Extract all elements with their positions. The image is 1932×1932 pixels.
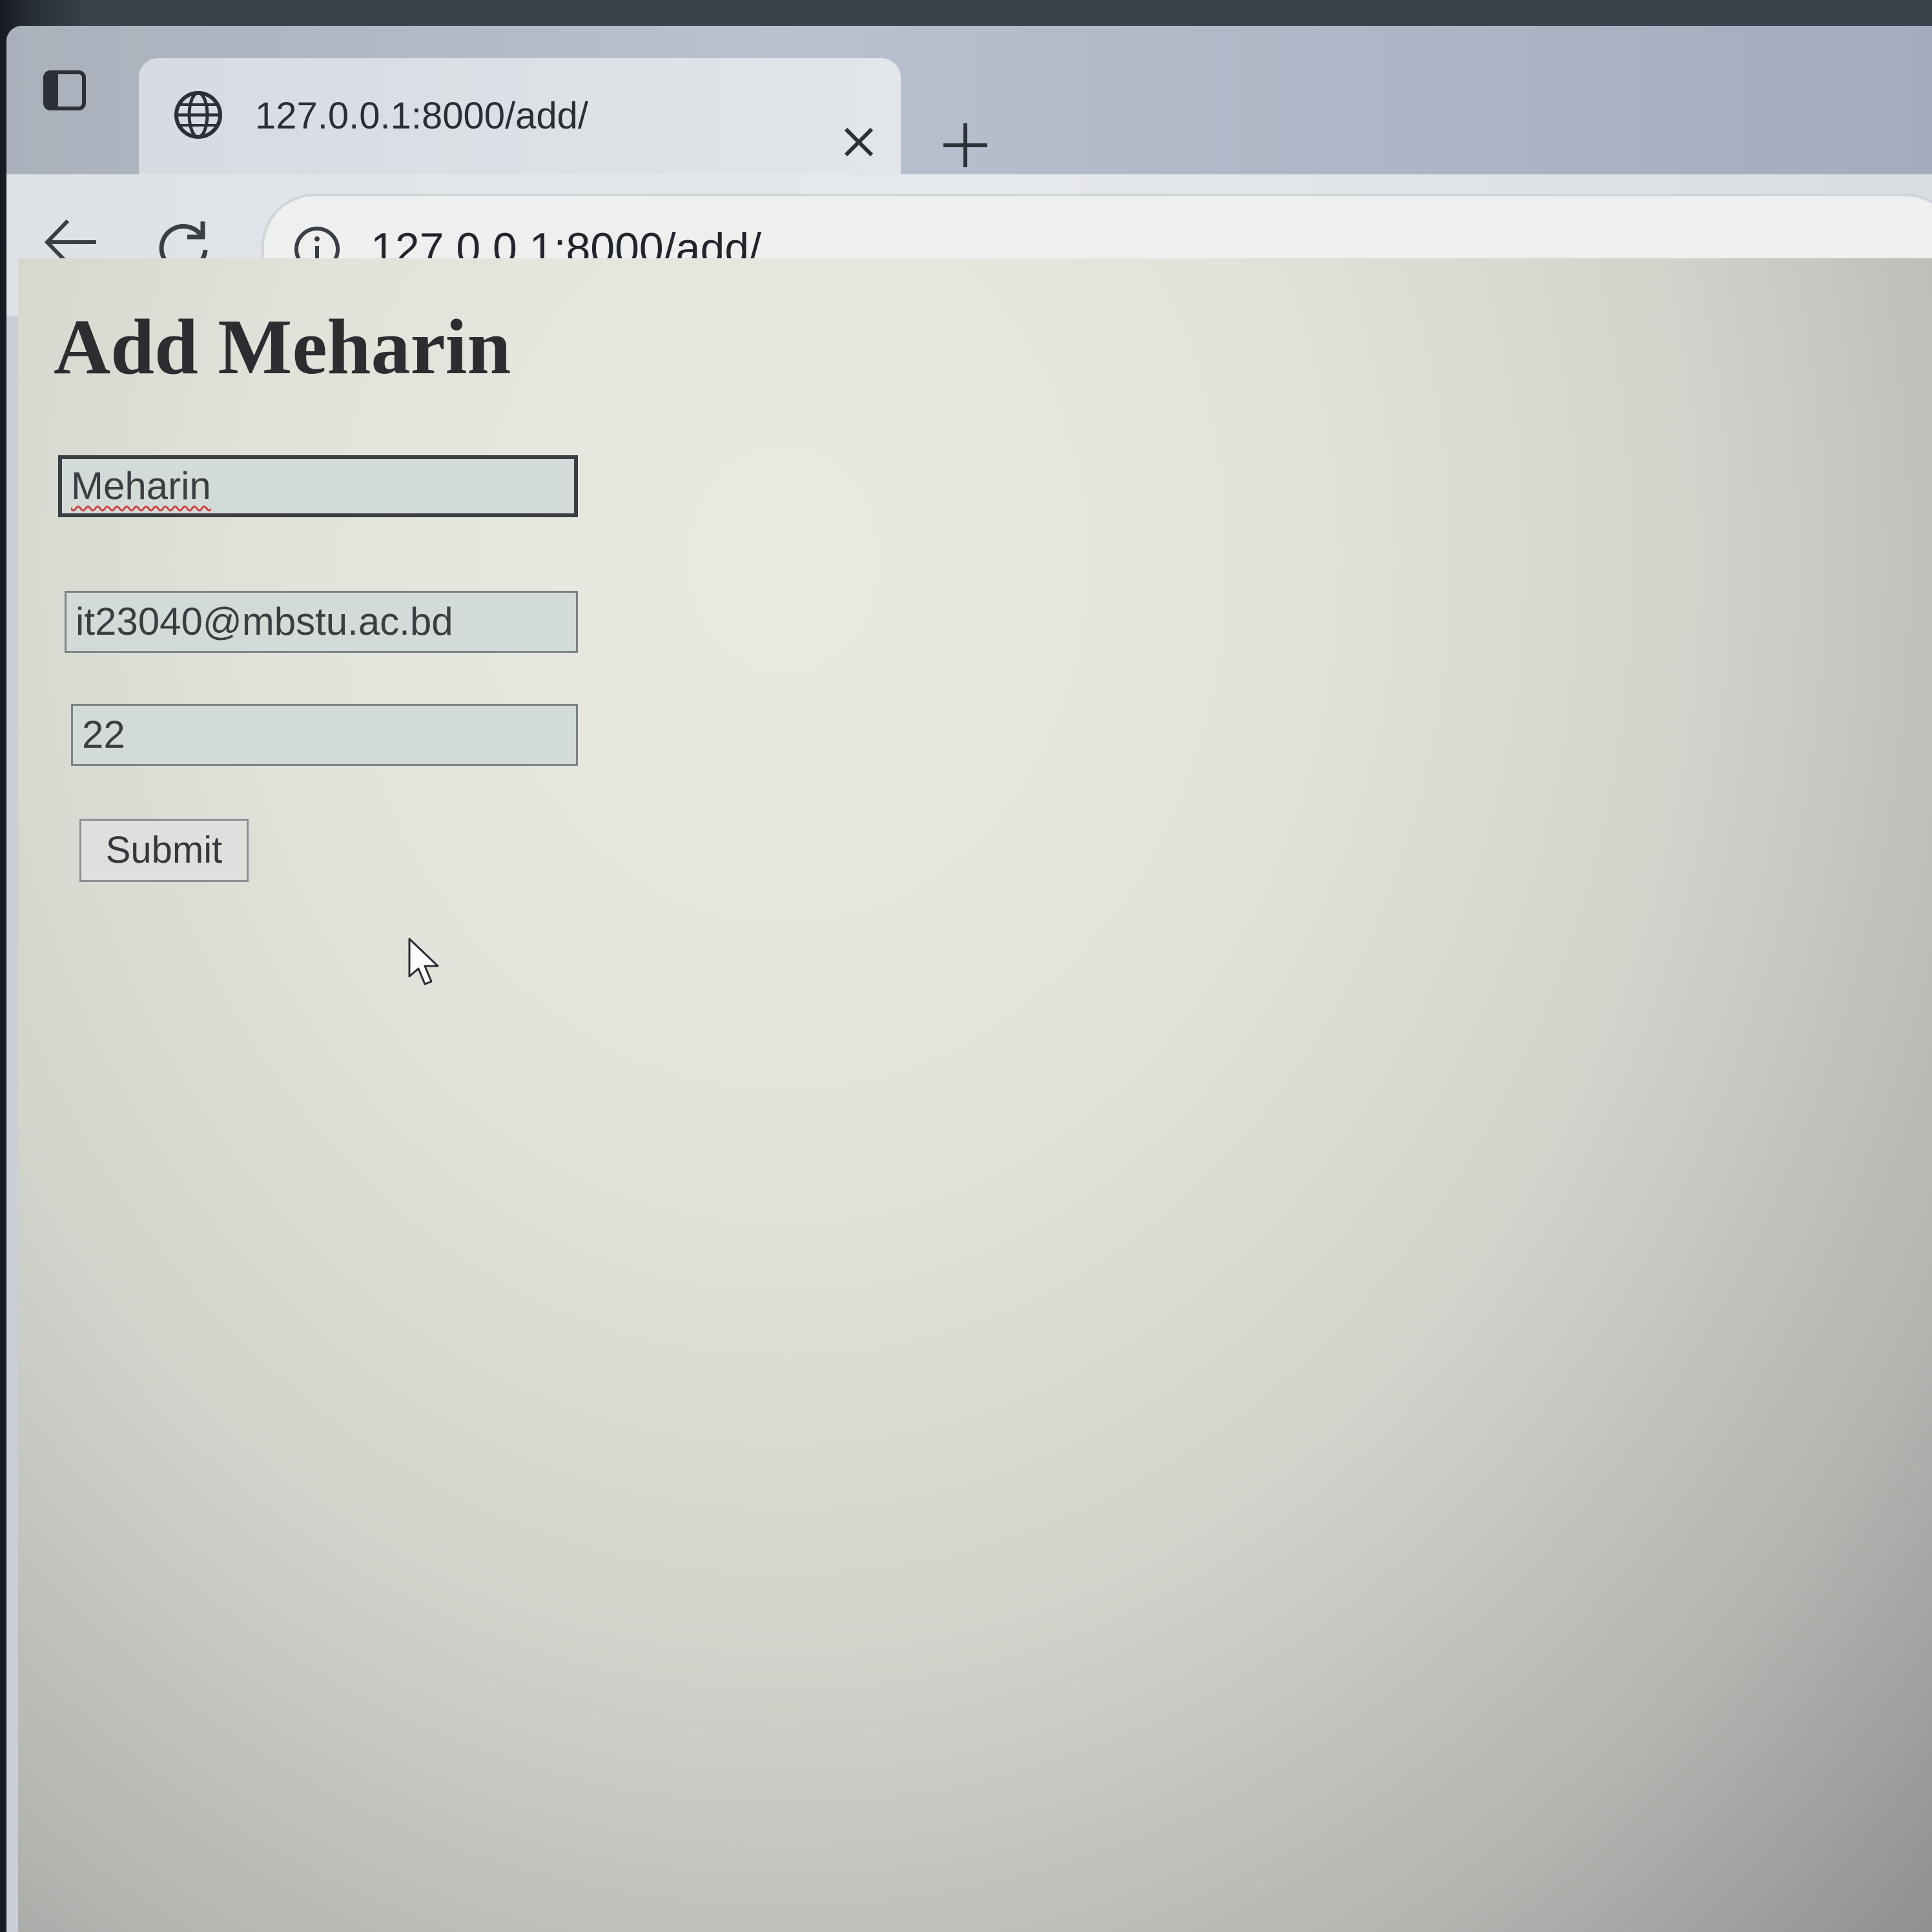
page-viewport: Add Meharin Meharin it23040@mbstu.ac.bd … [18, 258, 1932, 1932]
screen-frame: 127.0.0.1:8000/add/ 127.0.0.1:8000/add/ … [0, 0, 1932, 1932]
name-field-value: Meharin [71, 464, 211, 508]
name-field[interactable]: Meharin [58, 455, 578, 517]
tab-title: 127.0.0.1:8000/add/ [255, 95, 589, 137]
age-field[interactable]: 22 [71, 704, 578, 766]
submit-button[interactable]: Submit [79, 819, 249, 882]
sidebar-panel-icon[interactable] [39, 65, 90, 116]
tab-strip: 127.0.0.1:8000/add/ [6, 26, 1932, 174]
email-field-value: it23040@mbstu.ac.bd [76, 600, 453, 643]
plus-icon[interactable] [936, 116, 994, 174]
age-field-value: 22 [82, 713, 125, 756]
mouse-pointer-icon [406, 936, 444, 988]
page-title: Add Meharin [54, 303, 511, 391]
globe-icon [171, 88, 225, 142]
tab-active[interactable]: 127.0.0.1:8000/add/ [139, 58, 901, 174]
close-icon[interactable] [836, 119, 881, 165]
email-field[interactable]: it23040@mbstu.ac.bd [65, 591, 578, 653]
